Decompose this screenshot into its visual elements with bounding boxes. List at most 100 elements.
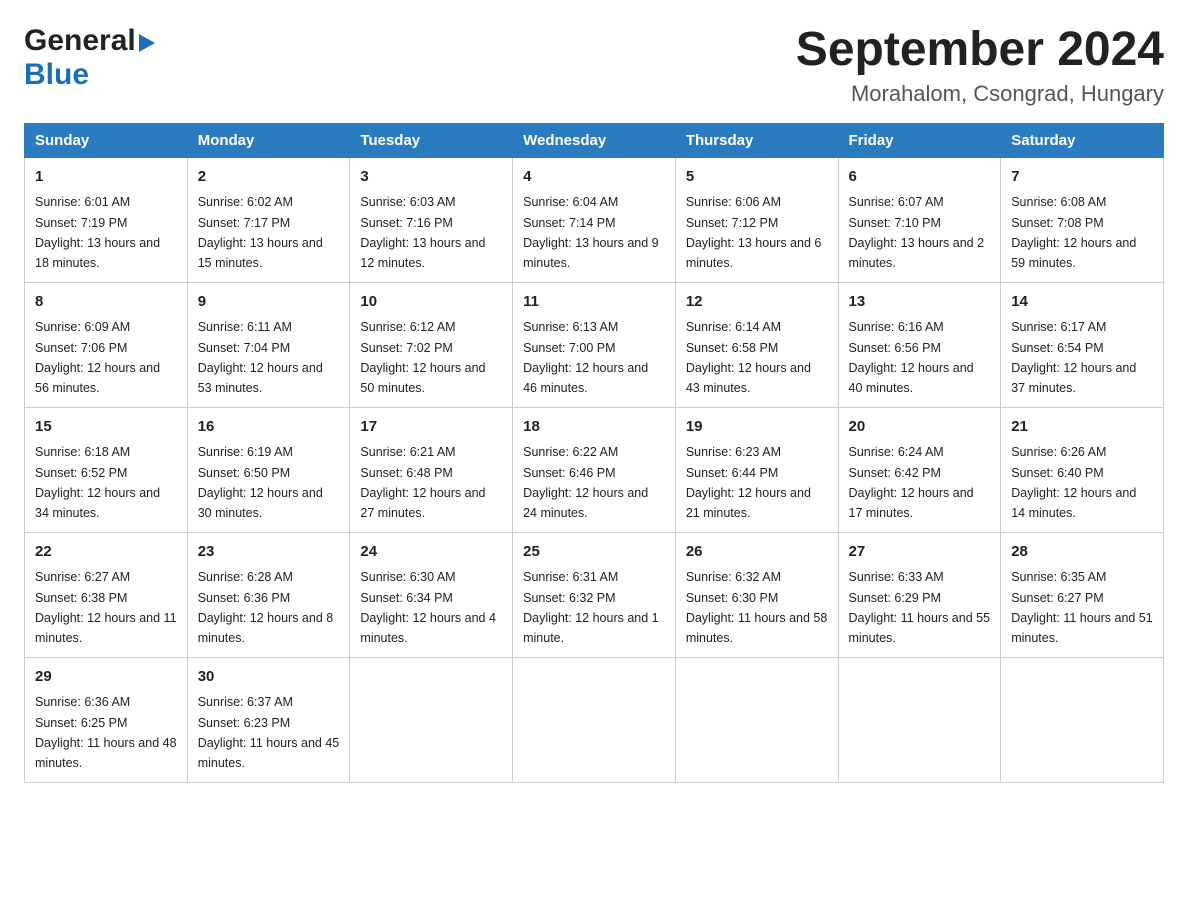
logo-blue-text: Blue xyxy=(24,58,89,91)
table-row: 2 Sunrise: 6:02 AMSunset: 7:17 PMDayligh… xyxy=(187,157,350,282)
table-row: 26 Sunrise: 6:32 AMSunset: 6:30 PMDaylig… xyxy=(675,532,838,657)
day-number: 9 xyxy=(198,291,340,314)
table-row: 13 Sunrise: 6:16 AMSunset: 6:56 PMDaylig… xyxy=(838,282,1001,407)
day-number: 16 xyxy=(198,416,340,439)
day-number: 7 xyxy=(1011,166,1153,189)
table-row: 20 Sunrise: 6:24 AMSunset: 6:42 PMDaylig… xyxy=(838,407,1001,532)
table-row: 10 Sunrise: 6:12 AMSunset: 7:02 PMDaylig… xyxy=(350,282,513,407)
calendar-week-row: 29 Sunrise: 6:36 AMSunset: 6:25 PMDaylig… xyxy=(25,657,1164,782)
day-info: Sunrise: 6:36 AMSunset: 6:25 PMDaylight:… xyxy=(35,695,177,770)
header-tuesday: Tuesday xyxy=(350,123,513,157)
logo-general-text: General xyxy=(24,24,136,58)
day-number: 27 xyxy=(849,541,991,564)
day-number: 21 xyxy=(1011,416,1153,439)
table-row: 18 Sunrise: 6:22 AMSunset: 6:46 PMDaylig… xyxy=(513,407,676,532)
day-number: 10 xyxy=(360,291,502,314)
table-row: 29 Sunrise: 6:36 AMSunset: 6:25 PMDaylig… xyxy=(25,657,188,782)
day-info: Sunrise: 6:19 AMSunset: 6:50 PMDaylight:… xyxy=(198,445,323,520)
day-info: Sunrise: 6:02 AMSunset: 7:17 PMDaylight:… xyxy=(198,195,323,270)
day-info: Sunrise: 6:37 AMSunset: 6:23 PMDaylight:… xyxy=(198,695,340,770)
table-row: 3 Sunrise: 6:03 AMSunset: 7:16 PMDayligh… xyxy=(350,157,513,282)
day-number: 15 xyxy=(35,416,177,439)
day-number: 14 xyxy=(1011,291,1153,314)
table-row: 4 Sunrise: 6:04 AMSunset: 7:14 PMDayligh… xyxy=(513,157,676,282)
day-number: 11 xyxy=(523,291,665,314)
table-row: 11 Sunrise: 6:13 AMSunset: 7:00 PMDaylig… xyxy=(513,282,676,407)
header-monday: Monday xyxy=(187,123,350,157)
day-number: 26 xyxy=(686,541,828,564)
calendar-week-row: 22 Sunrise: 6:27 AMSunset: 6:38 PMDaylig… xyxy=(25,532,1164,657)
day-info: Sunrise: 6:27 AMSunset: 6:38 PMDaylight:… xyxy=(35,570,177,645)
table-row: 16 Sunrise: 6:19 AMSunset: 6:50 PMDaylig… xyxy=(187,407,350,532)
table-row: 14 Sunrise: 6:17 AMSunset: 6:54 PMDaylig… xyxy=(1001,282,1164,407)
day-number: 19 xyxy=(686,416,828,439)
table-row: 17 Sunrise: 6:21 AMSunset: 6:48 PMDaylig… xyxy=(350,407,513,532)
day-info: Sunrise: 6:04 AMSunset: 7:14 PMDaylight:… xyxy=(523,195,659,270)
day-number: 5 xyxy=(686,166,828,189)
day-number: 29 xyxy=(35,666,177,689)
table-row xyxy=(1001,657,1164,782)
table-row: 9 Sunrise: 6:11 AMSunset: 7:04 PMDayligh… xyxy=(187,282,350,407)
day-number: 30 xyxy=(198,666,340,689)
day-number: 23 xyxy=(198,541,340,564)
calendar-header-row: Sunday Monday Tuesday Wednesday Thursday… xyxy=(25,123,1164,157)
day-number: 6 xyxy=(849,166,991,189)
day-info: Sunrise: 6:16 AMSunset: 6:56 PMDaylight:… xyxy=(849,320,974,395)
day-number: 28 xyxy=(1011,541,1153,564)
table-row: 27 Sunrise: 6:33 AMSunset: 6:29 PMDaylig… xyxy=(838,532,1001,657)
day-info: Sunrise: 6:24 AMSunset: 6:42 PMDaylight:… xyxy=(849,445,974,520)
table-row: 22 Sunrise: 6:27 AMSunset: 6:38 PMDaylig… xyxy=(25,532,188,657)
header-friday: Friday xyxy=(838,123,1001,157)
table-row: 7 Sunrise: 6:08 AMSunset: 7:08 PMDayligh… xyxy=(1001,157,1164,282)
table-row xyxy=(513,657,676,782)
day-number: 3 xyxy=(360,166,502,189)
day-number: 12 xyxy=(686,291,828,314)
logo-arrow-icon xyxy=(139,34,155,52)
table-row: 23 Sunrise: 6:28 AMSunset: 6:36 PMDaylig… xyxy=(187,532,350,657)
table-row: 19 Sunrise: 6:23 AMSunset: 6:44 PMDaylig… xyxy=(675,407,838,532)
table-row xyxy=(350,657,513,782)
day-number: 25 xyxy=(523,541,665,564)
calendar-table: Sunday Monday Tuesday Wednesday Thursday… xyxy=(24,123,1164,783)
calendar-week-row: 15 Sunrise: 6:18 AMSunset: 6:52 PMDaylig… xyxy=(25,407,1164,532)
day-info: Sunrise: 6:12 AMSunset: 7:02 PMDaylight:… xyxy=(360,320,485,395)
table-row: 25 Sunrise: 6:31 AMSunset: 6:32 PMDaylig… xyxy=(513,532,676,657)
day-number: 8 xyxy=(35,291,177,314)
calendar-week-row: 8 Sunrise: 6:09 AMSunset: 7:06 PMDayligh… xyxy=(25,282,1164,407)
header-saturday: Saturday xyxy=(1001,123,1164,157)
day-number: 22 xyxy=(35,541,177,564)
day-info: Sunrise: 6:11 AMSunset: 7:04 PMDaylight:… xyxy=(198,320,323,395)
table-row: 24 Sunrise: 6:30 AMSunset: 6:34 PMDaylig… xyxy=(350,532,513,657)
day-info: Sunrise: 6:06 AMSunset: 7:12 PMDaylight:… xyxy=(686,195,822,270)
day-info: Sunrise: 6:35 AMSunset: 6:27 PMDaylight:… xyxy=(1011,570,1153,645)
day-info: Sunrise: 6:08 AMSunset: 7:08 PMDaylight:… xyxy=(1011,195,1136,270)
table-row xyxy=(838,657,1001,782)
day-number: 24 xyxy=(360,541,502,564)
day-info: Sunrise: 6:33 AMSunset: 6:29 PMDaylight:… xyxy=(849,570,991,645)
day-number: 18 xyxy=(523,416,665,439)
day-info: Sunrise: 6:17 AMSunset: 6:54 PMDaylight:… xyxy=(1011,320,1136,395)
day-info: Sunrise: 6:26 AMSunset: 6:40 PMDaylight:… xyxy=(1011,445,1136,520)
table-row: 6 Sunrise: 6:07 AMSunset: 7:10 PMDayligh… xyxy=(838,157,1001,282)
day-info: Sunrise: 6:31 AMSunset: 6:32 PMDaylight:… xyxy=(523,570,659,645)
header-thursday: Thursday xyxy=(675,123,838,157)
title-block: September 2024 Morahalom, Csongrad, Hung… xyxy=(796,24,1164,107)
day-info: Sunrise: 6:22 AMSunset: 6:46 PMDaylight:… xyxy=(523,445,648,520)
header-wednesday: Wednesday xyxy=(513,123,676,157)
day-number: 4 xyxy=(523,166,665,189)
table-row: 30 Sunrise: 6:37 AMSunset: 6:23 PMDaylig… xyxy=(187,657,350,782)
table-row: 1 Sunrise: 6:01 AMSunset: 7:19 PMDayligh… xyxy=(25,157,188,282)
day-info: Sunrise: 6:07 AMSunset: 7:10 PMDaylight:… xyxy=(849,195,985,270)
logo: General Blue xyxy=(24,24,155,92)
calendar-week-row: 1 Sunrise: 6:01 AMSunset: 7:19 PMDayligh… xyxy=(25,157,1164,282)
day-info: Sunrise: 6:23 AMSunset: 6:44 PMDaylight:… xyxy=(686,445,811,520)
day-info: Sunrise: 6:21 AMSunset: 6:48 PMDaylight:… xyxy=(360,445,485,520)
header-sunday: Sunday xyxy=(25,123,188,157)
day-number: 1 xyxy=(35,166,177,189)
day-number: 2 xyxy=(198,166,340,189)
day-number: 20 xyxy=(849,416,991,439)
day-info: Sunrise: 6:01 AMSunset: 7:19 PMDaylight:… xyxy=(35,195,160,270)
day-number: 17 xyxy=(360,416,502,439)
day-info: Sunrise: 6:14 AMSunset: 6:58 PMDaylight:… xyxy=(686,320,811,395)
table-row: 28 Sunrise: 6:35 AMSunset: 6:27 PMDaylig… xyxy=(1001,532,1164,657)
